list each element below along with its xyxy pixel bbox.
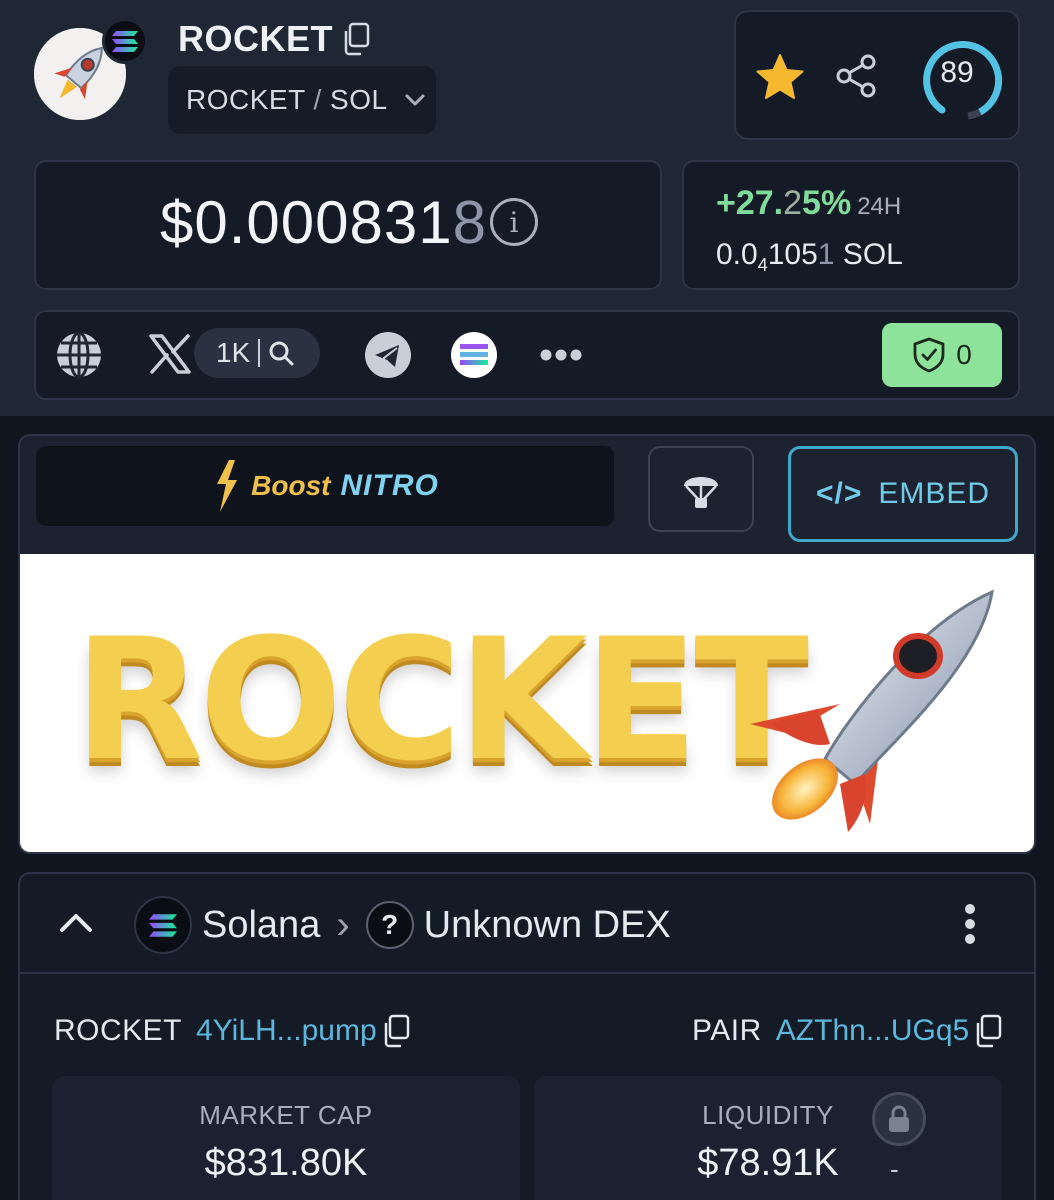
star-icon[interactable] [754,52,806,102]
pair-label: ROCKET / SOL [186,84,388,115]
telegram-icon[interactable] [364,331,412,379]
more-vertical-icon[interactable] [962,904,978,944]
x-twitter-icon[interactable] [148,334,192,374]
price-card: $0.0008318 [34,160,662,290]
price-change-24h: +27.25% 24H [716,184,902,222]
liquidity-locked-value: - [890,1154,899,1184]
code-icon: </> [815,477,863,510]
nitro-label: NITRO [340,469,439,502]
pair-address-label: PAIR [692,1014,762,1047]
airdrop-button[interactable] [648,446,754,532]
chain-dex-breadcrumb: Solana › ? Unknown DEX [134,896,671,954]
globe-icon[interactable] [54,330,104,380]
banner-title: ROCKET [74,602,809,798]
unknown-dex-icon: ? [365,901,414,949]
liquidity-box: LIQUIDITY $78.91K - [534,1076,1002,1200]
token-title: ROCKET [178,18,371,60]
x-search-pill[interactable]: 1K [194,328,320,378]
lock-icon[interactable] [872,1092,926,1146]
price-change-card: +27.25% 24H 0.041051 SOL [682,160,1020,290]
breadcrumb-separator-icon: › [336,902,350,947]
dex-name[interactable]: Unknown DEX [424,904,671,947]
section-divider [20,972,1034,974]
solana-icon [112,31,138,52]
parachute-icon [684,477,718,508]
market-cap-box: MARKET CAP $831.80K [52,1076,520,1200]
solana-icon [134,896,192,954]
market-cap-label: MARKET CAP [199,1100,373,1130]
token-banner: ROCKET [20,554,1034,852]
info-icon[interactable]: i [490,198,538,246]
rocket-illustration [750,589,994,832]
search-icon [269,341,294,366]
chain-name[interactable]: Solana [202,904,320,947]
token-name: ROCKET [178,18,333,59]
boost-nitro-button[interactable]: Boost NITRO [36,446,614,526]
token-address-label: ROCKET [54,1014,183,1047]
shield-check-icon [913,337,945,373]
market-cap-value: $831.80K [204,1142,368,1184]
trust-score-value: 89 [940,56,974,89]
pair-address[interactable]: AZThn...UGq5 [776,1014,969,1048]
chevron-down-icon [405,94,425,106]
x-followers-count: 1K [216,337,251,368]
embed-label: EMBED [878,477,991,510]
embed-button[interactable]: </> EMBED [788,446,1018,542]
token-address[interactable]: 4YiLH...pump [196,1014,377,1048]
solscan-icon[interactable] [450,331,498,379]
more-horizontal-icon[interactable] [540,348,582,362]
solana-chain-badge [102,18,148,64]
share-icon[interactable] [832,52,880,100]
liquidity-label: LIQUIDITY [702,1100,834,1130]
copy-token-address-icon[interactable] [381,1014,411,1048]
audit-count: 0 [956,339,972,370]
boost-label: Boost [251,470,331,501]
bolt-icon [217,460,238,512]
pill-divider [258,339,261,367]
pair-address-row: PAIR AZThn...UGq5 [692,1014,1003,1048]
pair-selector[interactable]: ROCKET / SOL [168,66,436,134]
copy-icon[interactable] [341,22,371,56]
token-address-row: ROCKET 4YiLH...pump [54,1014,411,1048]
chevron-up-icon[interactable] [56,902,96,942]
audit-button[interactable]: 0 [882,323,1002,387]
toolbar-card: 89 [734,10,1020,140]
copy-pair-address-icon[interactable] [973,1014,1003,1048]
liquidity-value: $78.91K [697,1142,839,1184]
sol-price: 0.041051 SOL [716,238,903,275]
usd-price: $0.0008318 [160,189,487,256]
